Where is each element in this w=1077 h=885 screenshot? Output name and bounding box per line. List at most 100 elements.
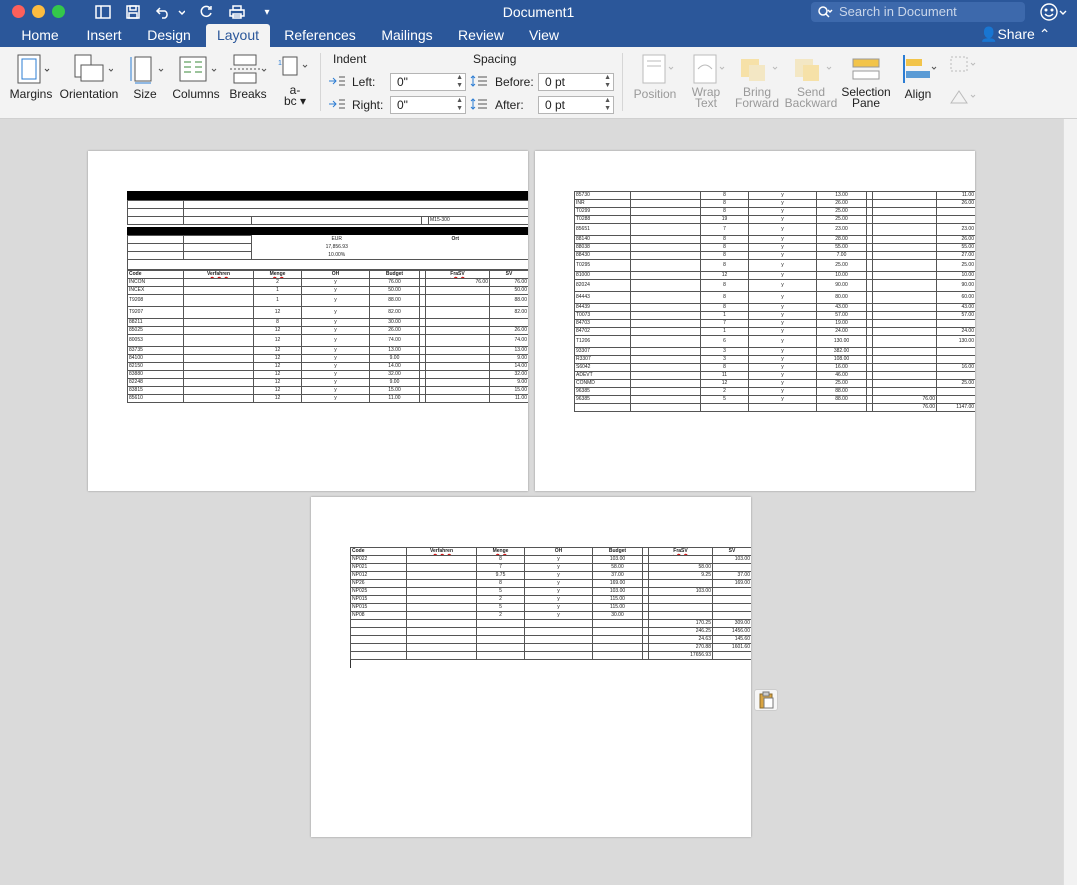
cell-code: 82150 [127, 362, 184, 371]
tab-review[interactable]: Review [451, 24, 511, 47]
wrap-text-button[interactable]: Wrap Text [684, 51, 728, 109]
page-1[interactable]: M15-300 EUR Ort 17,856.93 10.00% Code Ver… [88, 151, 528, 491]
cell-oh: y [524, 595, 593, 604]
cell-frasv [425, 362, 490, 371]
percentage: 10.00% [328, 251, 346, 258]
cell-code: INCON [127, 278, 184, 287]
hyphenation-icon: a-bc ▾ [283, 83, 307, 108]
collapse-ribbon-icon[interactable]: ⌃ [1039, 26, 1051, 42]
cell-frasv [872, 251, 937, 260]
page-3[interactable]: Code Verfahren Menge OH Budget FraSV SV … [311, 497, 751, 837]
margins-button[interactable]: Margins [6, 51, 56, 101]
cell-sv: 26.00 [936, 199, 975, 208]
cell-budget: 169.00 [592, 579, 643, 588]
spacing-after-input[interactable]: 0 pt ▲ ▼ [538, 96, 614, 114]
cell-code [350, 635, 407, 644]
position-button[interactable]: Position [630, 51, 680, 101]
cell-code: T9207 [127, 306, 184, 319]
cell-verfahren [630, 387, 701, 396]
cell-frasv [872, 319, 937, 328]
indent-right-stepper-icon[interactable]: ▲ ▼ [456, 97, 463, 113]
cell-oh: y [301, 394, 370, 403]
tab-insert[interactable]: Insert [76, 24, 132, 47]
cell-menge: 2 [476, 595, 525, 604]
tab-layout[interactable]: Layout [206, 24, 270, 47]
tab-mailings[interactable]: Mailings [372, 24, 442, 47]
orientation-button[interactable]: Orientation [58, 51, 120, 101]
cursor-mark [350, 660, 351, 668]
spacing-after-stepper-icon[interactable]: ▲ ▼ [604, 97, 611, 113]
cell-oh: y [748, 355, 817, 364]
tab-home[interactable]: Home [12, 24, 68, 47]
cell-oh: y [748, 371, 817, 380]
cell-code: 85651 [574, 223, 631, 236]
wrap-text-label-2: Text [694, 96, 717, 110]
send-backward-button[interactable]: Send Backward [784, 51, 838, 109]
ort-label: Ort [451, 236, 460, 242]
cell-verfahren [630, 319, 701, 328]
table-row: 84100 12 y 9.00 9.00 [127, 354, 528, 363]
tab-view[interactable]: View [521, 24, 567, 47]
cell-oh: y [748, 319, 817, 328]
bring-forward-button[interactable]: Bring Forward [732, 51, 782, 109]
cell-frasv [872, 223, 937, 236]
tab-design[interactable]: Design [140, 24, 198, 47]
spacing-before-stepper-icon[interactable]: ▲ ▼ [604, 74, 611, 90]
selection-pane-label-2: Pane [851, 96, 881, 110]
table-row: T0073 1 y 57.00 57.00 [574, 311, 975, 320]
header-budget: Budget [369, 270, 420, 279]
cell-verfahren [630, 235, 701, 244]
cell-menge: 1 [700, 327, 749, 336]
items-table-3: Code Verfahren Menge OH Budget FraSV SV … [350, 547, 751, 660]
cell-verfahren [406, 579, 477, 588]
table-row: 24.63 145.60 [350, 635, 751, 644]
table-row: 83735 12 y 13.00 13.00 [127, 346, 528, 355]
header-bar-2 [127, 227, 528, 235]
cell-verfahren [630, 347, 701, 356]
indent-left-input[interactable]: 0" ▲ ▼ [390, 73, 466, 91]
cell-sv: 26.00 [489, 326, 528, 335]
line-numbers-icon: 1 [276, 51, 310, 81]
cell-oh: y [748, 235, 817, 244]
cell-code: 88430 [574, 251, 631, 260]
columns-button[interactable]: Columns [170, 51, 222, 101]
table-row: 76.00 1147.00 [574, 403, 975, 412]
rotate-objects-icon[interactable] [946, 87, 980, 110]
hyphenation-button[interactable]: a-bc ▾ [278, 83, 312, 108]
cell-sv: 1147.00 [936, 403, 975, 412]
cell-oh: y [301, 370, 370, 379]
cell-oh: y [301, 378, 370, 387]
line-numbers-button[interactable]: 1 [276, 51, 310, 81]
cell-oh [524, 643, 593, 652]
cell-verfahren [630, 191, 701, 200]
table-row: 82248 12 y 9.00 9.00 [127, 378, 528, 387]
page-2[interactable]: 85730 8 y 13.00 11.00 INR 8 y 26.00 26.00 T0299 8 y 2… [535, 151, 975, 491]
cell-sv: 1601.60 [712, 643, 751, 652]
header-sv: SV [712, 547, 751, 556]
cell-sv [936, 347, 975, 356]
cell-verfahren [183, 362, 254, 371]
cell-code: INR [574, 199, 631, 208]
indent-right-input[interactable]: 0" ▲ ▼ [390, 96, 466, 114]
paste-options-button[interactable] [754, 689, 778, 711]
cell-frasv: 76.00 [872, 403, 937, 412]
cell-sv: 27.00 [936, 251, 975, 260]
breaks-button[interactable]: Breaks [226, 51, 270, 101]
table-row: 85730 8 y 13.00 11.00 [574, 191, 975, 200]
share-button[interactable]: 👤Share ⌃ [980, 26, 1050, 43]
vertical-scrollbar[interactable] [1063, 119, 1077, 885]
header-verfahren: Verfahren [183, 270, 254, 279]
cell-menge: 19 [700, 215, 749, 224]
cell-menge: 5 [476, 587, 525, 596]
selection-pane-button[interactable]: Selection Pane [840, 51, 892, 109]
cell-frasv [872, 199, 937, 208]
cell-oh: y [524, 555, 593, 564]
indent-left-stepper-icon[interactable]: ▲ ▼ [456, 74, 463, 90]
spacing-before-input[interactable]: 0 pt ▲ ▼ [538, 73, 614, 91]
spacing-before-value: 0 pt [545, 75, 566, 89]
tab-references[interactable]: References [278, 24, 362, 47]
align-button[interactable]: Align [896, 51, 940, 101]
search-input[interactable]: Search in Document [811, 2, 1025, 22]
group-objects-icon[interactable] [946, 55, 980, 78]
size-button[interactable]: Size [124, 51, 166, 101]
